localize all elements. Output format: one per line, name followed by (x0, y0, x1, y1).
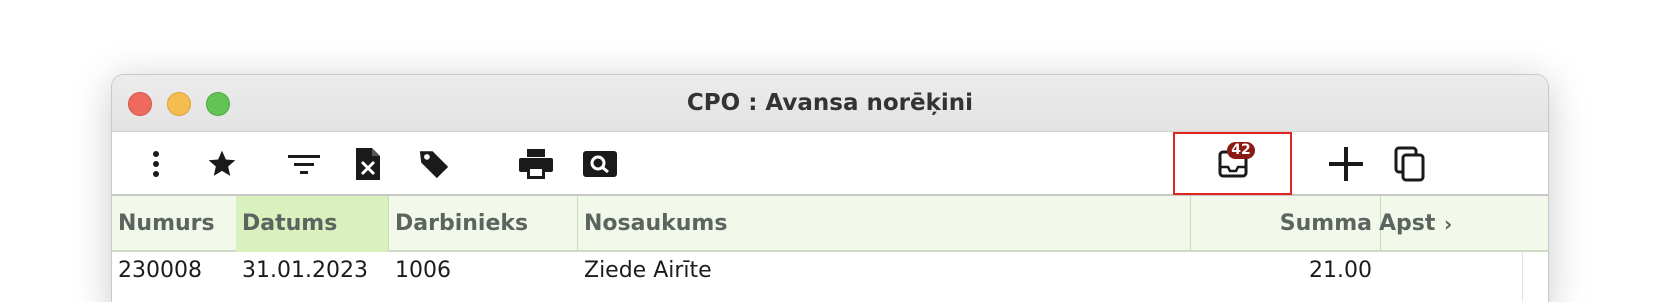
copy-button[interactable] (1390, 144, 1430, 184)
column-header-nosaukums[interactable]: Nosaukums (578, 196, 1190, 252)
chevron-right-icon: › (1444, 212, 1453, 236)
more-vertical-icon (152, 150, 160, 178)
window-title: CPO : Avansa norēķini (686, 90, 974, 116)
favorite-button[interactable] (202, 144, 242, 184)
vertical-scrollbar[interactable] (1522, 252, 1548, 302)
title-bar: CPO : Avansa norēķini (112, 75, 1548, 132)
table-header: Numurs Datums Darbinieks Nosaukums Summa… (112, 196, 1548, 252)
tag-button[interactable] (414, 144, 454, 184)
column-header-apst[interactable]: Apst (1375, 196, 1441, 252)
table-row[interactable]: 230008 31.01.2023 1006 Ziede Airīte 21.0… (112, 252, 1548, 290)
toolbar: 42 (112, 132, 1548, 196)
plus-icon (1329, 147, 1363, 181)
add-button[interactable] (1326, 144, 1366, 184)
filter-icon (288, 152, 320, 176)
app-window: CPO : Avansa norēķini 42 Numurs Datums D… (112, 75, 1548, 302)
scroll-columns-right-button[interactable]: › (1440, 196, 1464, 252)
cell-nosaukums: Ziede Airīte (584, 258, 712, 283)
star-icon (206, 148, 238, 180)
column-header-summa[interactable]: Summa (1191, 196, 1380, 252)
column-header-numurs[interactable]: Numurs (112, 196, 236, 252)
inbox-count-badge: 42 (1227, 142, 1255, 159)
cell-summa: 21.00 (1309, 258, 1372, 283)
cell-darbinieks: 1006 (395, 258, 451, 283)
print-button[interactable] (516, 144, 556, 184)
more-menu-button[interactable] (140, 144, 172, 184)
tag-icon (417, 147, 451, 181)
filter-button[interactable] (284, 144, 324, 184)
inbox-button[interactable]: 42 (1173, 132, 1292, 195)
export-excel-button[interactable] (350, 144, 386, 184)
excel-file-icon (354, 146, 382, 182)
printer-icon (519, 149, 553, 179)
search-preview-icon (583, 151, 617, 177)
cell-datums: 31.01.2023 (242, 258, 368, 283)
column-header-darbinieks[interactable]: Darbinieks (389, 196, 577, 252)
column-header-datums[interactable]: Datums (236, 196, 388, 252)
cell-numurs: 230008 (118, 258, 202, 283)
copy-icon (1394, 146, 1426, 182)
preview-button[interactable] (580, 144, 620, 184)
